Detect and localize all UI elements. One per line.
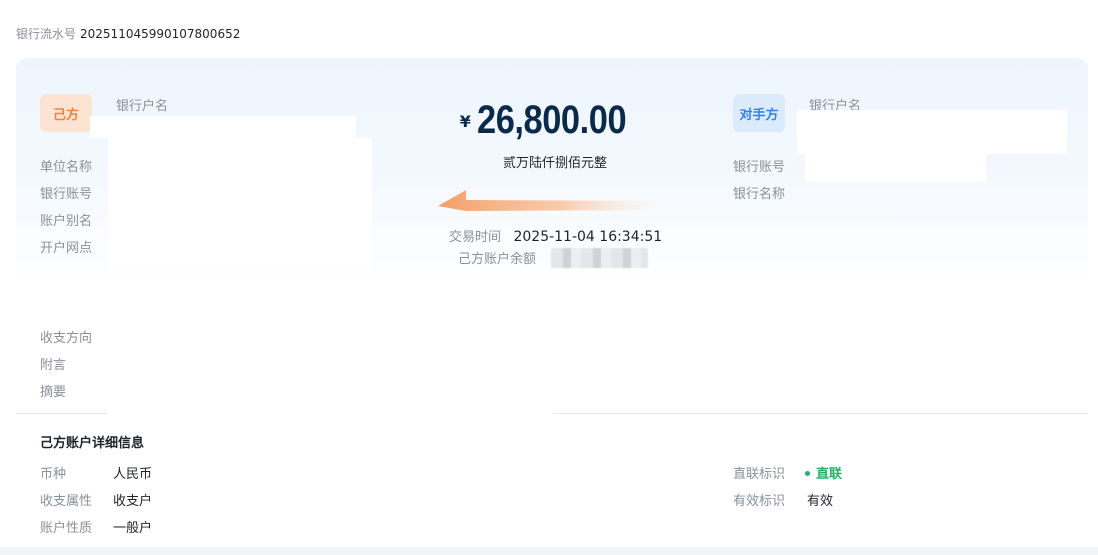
currency-value: 人民币 (113, 467, 153, 482)
direct-value: 直联 (816, 467, 843, 482)
serial-label: 银行流水号 (16, 27, 77, 41)
bottom-edge (0, 547, 1098, 555)
own-branch-label: 开户网点 (40, 241, 93, 256)
amount-in-words: 贰万陆仟捌佰元整 (502, 156, 607, 171)
cp-details-redaction (805, 154, 986, 182)
own-bank-account-name-label: 银行户名 (116, 99, 169, 114)
bank-serial-number: 银行流水号 202511045990107800652 (16, 25, 240, 42)
valid-label: 有效标识 (733, 494, 786, 509)
currency-symbol: ¥ (459, 112, 471, 131)
own-balance-label: 己方账户余额 (458, 252, 537, 267)
account-type-value: 一般户 (113, 521, 153, 536)
cp-name-redaction (797, 110, 1067, 154)
details-section-title: 己方账户详细信息 (40, 436, 145, 451)
transaction-time-value: 2025-11-04 16:34:51 (513, 229, 663, 245)
extra-redaction (108, 405, 554, 425)
own-balance: 己方账户余额 (458, 248, 536, 267)
io-attr-label: 收支属性 (40, 494, 93, 509)
transaction-amount: ¥26,800.00 (440, 98, 670, 143)
direct-status: 直联 (805, 463, 842, 482)
direction-label: 收支方向 (40, 331, 93, 346)
own-account-alias-label: 账户别名 (40, 214, 93, 229)
own-bank-account-no-label: 银行账号 (40, 187, 93, 202)
own-unit-name-label: 单位名称 (40, 160, 93, 175)
cp-bank-name-label: 银行名称 (733, 187, 786, 202)
transaction-time: 交易时间 2025-11-04 16:34:51 (449, 226, 662, 245)
io-attr-value: 收支户 (113, 494, 153, 509)
cp-bank-account-no-label: 银行账号 (733, 160, 786, 175)
amount-value: 26,800.00 (476, 98, 627, 142)
own-details-redaction (108, 138, 372, 270)
serial-value: 202511045990107800652 (80, 27, 241, 41)
valid-value: 有效 (807, 494, 834, 509)
counterparty-badge: 对手方 (733, 94, 785, 132)
currency-label: 币种 (40, 467, 67, 482)
own-party-badge: 己方 (40, 94, 92, 132)
direct-label: 直联标识 (733, 467, 786, 482)
account-type-label: 账户性质 (40, 521, 93, 536)
transfer-direction-arrow-icon (438, 190, 661, 211)
remark-label: 附言 (40, 358, 67, 373)
transaction-time-label: 交易时间 (449, 230, 502, 245)
own-name-redaction (90, 116, 356, 138)
status-dot-icon (805, 471, 810, 476)
summary-label: 摘要 (40, 385, 67, 400)
own-balance-value-masked (551, 248, 648, 268)
